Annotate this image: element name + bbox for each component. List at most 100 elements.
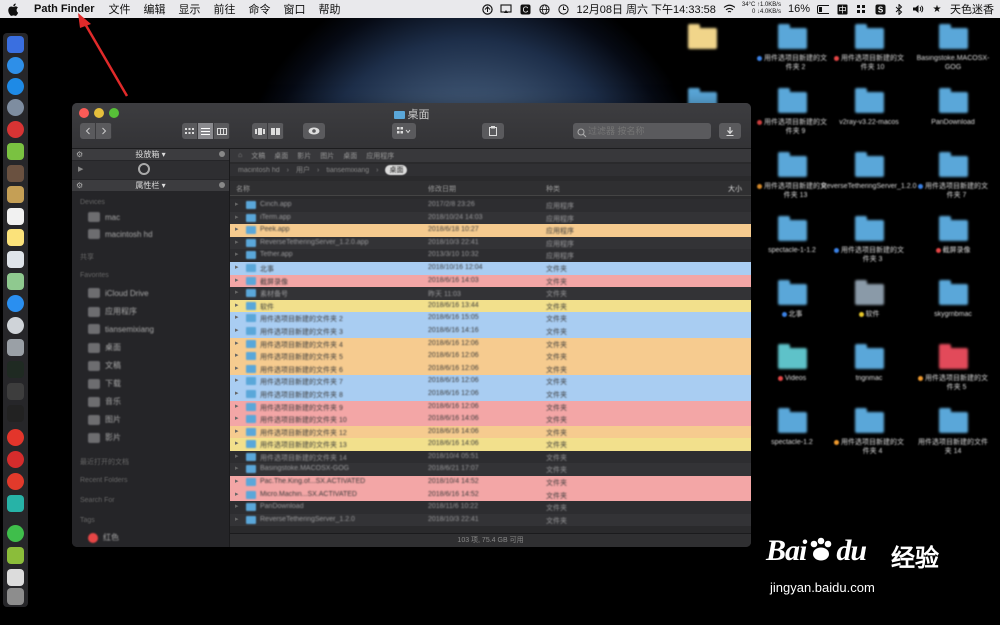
gear-icon-2[interactable]: ⚙ — [76, 181, 83, 190]
home-tab-icon[interactable]: ⌂ — [238, 152, 242, 159]
column-view-button[interactable] — [214, 123, 230, 139]
apple-menu-icon[interactable] — [6, 2, 20, 16]
table-row[interactable]: ▸ iTerm.app 2018/10/24 14:03 应用程序 — [230, 211, 751, 225]
activity-monitor-icon[interactable] — [7, 361, 24, 378]
desktop-folder[interactable]: spectacle-1-1.2 — [757, 216, 827, 255]
table-row[interactable]: ▸ 用件选项目新建的文件夹 8 2018/6/16 12:06 文件夹 — [230, 387, 751, 401]
user-name[interactable]: 天色迷香 — [950, 1, 994, 17]
desktop-folder[interactable]: 用件选项目新建的文件夹 4 — [834, 408, 904, 456]
disclosure-arrow-icon[interactable]: ▸ — [235, 339, 239, 347]
desktop-folder[interactable]: 用件选项目新建的文件夹 14 — [918, 408, 988, 456]
android-icon[interactable] — [7, 143, 24, 160]
menu-view[interactable]: 显示 — [179, 1, 201, 17]
table-row[interactable]: ▸ Tether.app 2013/3/10 10:32 应用程序 — [230, 249, 751, 262]
sidebar-item-documents[interactable]: 文稿 — [88, 360, 121, 371]
desktop-folder[interactable] — [667, 24, 737, 54]
table-row[interactable]: ▸ 用件选项目新建的文件夹 5 2018/6/16 12:06 文件夹 — [230, 350, 751, 363]
table-row[interactable]: ▸ Micro.Machin...SX.ACTIVATED 2018/6/16 14… — [230, 488, 751, 502]
sidebar-item-downloads[interactable]: 下载 — [88, 378, 121, 389]
disclosure-arrow-icon[interactable]: ▸ — [235, 213, 239, 221]
desktop-folder[interactable]: tngnmac — [834, 344, 904, 383]
disclosure-arrow-icon[interactable]: ▸ — [235, 502, 239, 510]
menu-help[interactable]: 帮助 — [319, 1, 341, 17]
search-field[interactable] — [573, 123, 711, 139]
app-store-icon[interactable] — [7, 295, 24, 312]
compass-app-icon[interactable] — [7, 78, 24, 95]
netease-icon[interactable] — [7, 473, 24, 490]
disclosure-arrow-icon[interactable]: ▶ — [78, 165, 83, 173]
sidebar-item-desktop[interactable]: 桌面 — [88, 342, 121, 353]
gear-icon[interactable]: ⚙ — [76, 150, 83, 159]
document-icon[interactable] — [7, 569, 24, 586]
column-date[interactable]: 修改日期 — [428, 184, 456, 194]
table-row[interactable]: ▸ 用件选项目新建的文件夹 13 2018/6/16 14:06 文件夹 — [230, 438, 751, 451]
globe-icon[interactable] — [538, 3, 550, 15]
disclosure-arrow-icon[interactable]: ▸ — [235, 402, 239, 410]
disclosure-arrow-icon[interactable]: ▸ — [235, 490, 239, 498]
disclosure-arrow-icon[interactable]: ▸ — [235, 364, 239, 372]
disclosure-arrow-icon[interactable]: ▸ — [235, 376, 239, 384]
section-recent-docs[interactable]: 最近打开的文档 — [80, 457, 129, 467]
desktop-folder[interactable]: spectacle-1.2 — [757, 408, 827, 447]
red-app-icon[interactable] — [7, 121, 24, 138]
download-button[interactable] — [719, 123, 741, 139]
sidebar-item-applications[interactable]: 应用程序 — [88, 306, 137, 317]
menu-edit[interactable]: 编辑 — [144, 1, 166, 17]
disclosure-arrow-icon[interactable]: ▸ — [235, 313, 239, 321]
desktop-folder[interactable]: skygrnbmac — [918, 280, 988, 319]
list-view-button[interactable] — [198, 123, 214, 139]
input-method-icon[interactable]: 中 — [836, 3, 848, 15]
s-app-icon[interactable]: S — [874, 3, 886, 15]
bluetooth-icon[interactable] — [893, 3, 905, 15]
app-name-menu[interactable]: Path Finder — [34, 3, 95, 15]
column-size[interactable]: 大小 — [728, 184, 742, 194]
tab-desktop[interactable]: 桌面 — [274, 151, 288, 161]
notes-icon[interactable] — [7, 229, 24, 246]
disclosure-arrow-icon[interactable]: ▸ — [235, 238, 239, 246]
system-preferences-icon[interactable] — [7, 317, 24, 334]
disclosure-arrow-icon[interactable]: ▸ — [235, 477, 239, 485]
clock-text[interactable]: 12月08日 周六 下午14:33:58 — [576, 1, 715, 17]
menu-extra-icon[interactable] — [855, 3, 867, 15]
teal-app-icon[interactable] — [7, 495, 24, 512]
desktop-folder[interactable]: ReverseTetheringServer_1.2.0 — [822, 152, 916, 191]
safari-icon[interactable] — [7, 57, 24, 74]
section-search-for[interactable]: Search For — [80, 497, 115, 504]
desktop-folder[interactable]: 截屏录像 — [918, 216, 988, 255]
action-icon[interactable] — [138, 163, 150, 175]
tab-pictures[interactable]: 图片 — [320, 151, 334, 161]
table-row[interactable]: ▸ 用件选项目新建的文件夹 9 2018/6/16 12:06 文件夹 — [230, 400, 751, 414]
battery-icon[interactable] — [817, 3, 829, 15]
table-row[interactable]: ▸ 用件选项目新建的文件夹 12 2018/6/16 14:06 文件夹 — [230, 425, 751, 439]
disclosure-arrow-icon[interactable]: ▸ — [235, 427, 239, 435]
disclosure-arrow-icon[interactable]: ▸ — [235, 464, 239, 472]
wifi-icon[interactable] — [723, 3, 735, 15]
section-recent-folders[interactable]: Recent Folders — [80, 477, 127, 484]
calendar-icon[interactable] — [7, 251, 24, 268]
desktop-folder[interactable]: PanDownload — [918, 88, 988, 127]
disclosure-arrow-icon[interactable]: ▸ — [235, 263, 239, 271]
disclosure-arrow-icon[interactable]: ▸ — [235, 250, 239, 258]
package-icon[interactable] — [7, 186, 24, 203]
disclosure-arrow-icon[interactable]: ▸ — [235, 288, 239, 296]
disclosure-arrow-icon[interactable]: ▸ — [235, 439, 239, 447]
trash-icon[interactable] — [7, 588, 24, 605]
arrange-button[interactable] — [392, 123, 416, 139]
finder-icon[interactable] — [7, 36, 24, 53]
desktop-folder[interactable]: Videos — [757, 344, 827, 383]
desktop-folder[interactable]: v2ray-v3.22-macos — [834, 88, 904, 127]
table-row[interactable]: ▸ PanDownload 2018/11/6 10:22 文件夹 — [230, 501, 751, 514]
table-row[interactable]: ▸ 用件选项目新建的文件夹 7 2018/6/16 12:06 文件夹 — [230, 375, 751, 388]
cleaner-icon[interactable]: C — [519, 3, 531, 15]
star-icon[interactable]: ★ — [931, 3, 943, 15]
table-row[interactable]: ▸ ReverseTetheringServer_1.2.0.app 2018/10… — [230, 236, 751, 250]
quicklook-button[interactable] — [303, 123, 325, 139]
dual-pane-button[interactable] — [268, 123, 284, 139]
desktop-folder[interactable]: 用件选项目新建的文件夹 5 — [918, 344, 988, 392]
desktop-folder[interactable]: 用件选项目新建的文件夹 10 — [834, 24, 904, 72]
wechat-icon[interactable] — [7, 525, 24, 542]
screen-mirror-icon[interactable] — [500, 3, 513, 15]
sidebar-item-icloud[interactable]: iCloud Drive — [88, 288, 149, 298]
table-row[interactable]: ▸ 用件选项目新建的文件夹 3 2018/6/16 14:16 文件夹 — [230, 324, 751, 338]
desktop-folder[interactable]: 用件选项目新建的文件夹 3 — [834, 216, 904, 264]
